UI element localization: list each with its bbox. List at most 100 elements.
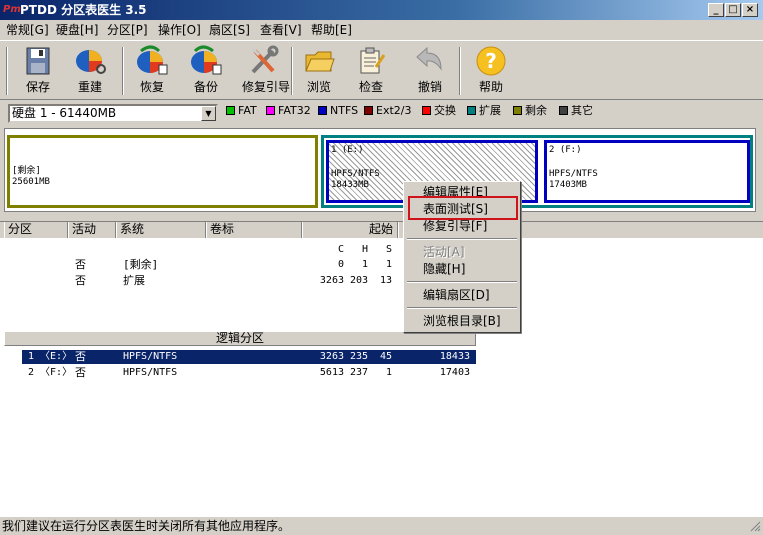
browse-button[interactable]: 浏览	[291, 45, 347, 99]
row-c: 3263	[319, 275, 344, 286]
highlight-box	[408, 196, 518, 220]
row-h: 235	[349, 351, 368, 362]
menu-operation[interactable]: 操作[O]	[158, 23, 201, 37]
menu-general[interactable]: 常规[G]	[6, 23, 49, 37]
disk-select-value: 硬盘 1 - 61440MB	[12, 106, 117, 120]
row-s: 45	[379, 351, 392, 362]
legend-swatch	[318, 106, 327, 115]
menu-item-browse-root[interactable]: 浏览根目录[B]	[423, 314, 501, 328]
partition-e-size: 18433MB	[331, 180, 369, 190]
column-active[interactable]: 活动	[68, 222, 116, 239]
partition-f-size: 17403MB	[549, 180, 587, 190]
disk-bar: 硬盘 1 - 61440MB ▼ FAT FAT32 NTFS Ext2/3 交…	[0, 100, 763, 126]
legend-fat: FAT	[226, 105, 257, 117]
check-label: 检查	[358, 80, 383, 94]
undo-button[interactable]: 撤销	[402, 45, 458, 99]
rebuild-button[interactable]: 重建	[62, 45, 118, 99]
save-label: 保存	[25, 80, 50, 94]
table-row[interactable]: 否 扩展 3263 203 13	[0, 274, 400, 288]
column-system[interactable]: 系统	[116, 222, 206, 239]
column-label[interactable]: 卷标	[206, 222, 302, 239]
check-button[interactable]: 检查	[343, 45, 399, 99]
row-active: 否	[75, 258, 86, 271]
partition-f-fs: HPFS/NTFS	[549, 169, 598, 179]
row-active: 否	[75, 366, 86, 379]
legend-swatch	[559, 106, 568, 115]
browse-label: 浏览	[306, 80, 331, 94]
help-label: 帮助	[478, 80, 503, 94]
row-s: 1	[385, 259, 392, 270]
undo-label: 撤销	[417, 80, 442, 94]
row-system: HPFS/NTFS	[123, 367, 178, 378]
row-c: 5613	[319, 367, 344, 378]
menu-separator	[407, 238, 517, 240]
row-system: HPFS/NTFS	[123, 351, 178, 362]
table-row[interactable]: 否 [剩余] 0 1 1	[0, 258, 400, 272]
logical-partitions-header: 逻辑分区	[4, 331, 476, 346]
chs-header-s: S	[386, 244, 393, 255]
floppy-disk-icon	[21, 45, 55, 77]
menu-sector[interactable]: 扇区[S]	[209, 23, 250, 37]
column-start[interactable]: 起始	[302, 222, 398, 239]
legend-fat32: FAT32	[266, 105, 311, 117]
partition-f-block[interactable]: 2 (F:) HPFS/NTFS 17403MB	[544, 140, 750, 203]
backup-disk-icon	[189, 45, 223, 77]
row-c: 3263	[319, 351, 344, 362]
legend-swatch	[266, 106, 275, 115]
row-size: 18433	[439, 351, 470, 362]
legend-other: 其它	[559, 105, 593, 117]
menu-help[interactable]: 帮助[E]	[311, 23, 352, 37]
menu-partition[interactable]: 分区[P]	[107, 23, 148, 37]
repair-boot-button[interactable]: 修复引导	[236, 45, 292, 99]
menu-item-hide[interactable]: 隐藏[H]	[423, 262, 465, 276]
menu-view[interactable]: 查看[V]	[260, 23, 302, 37]
legend-ntfs: NTFS	[318, 105, 358, 117]
maximize-button[interactable]: □	[725, 3, 741, 17]
column-partition[interactable]: 分区	[4, 222, 68, 239]
window-title: PTDD 分区表医生 3.5	[20, 3, 147, 17]
legend-extended: 扩展	[467, 105, 501, 117]
free-space-size: 25601MB	[12, 177, 50, 187]
status-bar: 我们建议在运行分区表医生时关闭所有其他应用程序。	[0, 516, 763, 534]
menu-item-repair-boot[interactable]: 修复引导[F]	[423, 219, 487, 233]
close-button[interactable]: ×	[742, 3, 758, 17]
save-button[interactable]: 保存	[10, 45, 66, 99]
help-button[interactable]: ? 帮助	[463, 45, 519, 99]
logical-row-f[interactable]: 2 〈F:〉 否 HPFS/NTFS 5613 237 1 17403	[22, 366, 476, 380]
row-system: 扩展	[123, 274, 145, 287]
menu-separator	[407, 307, 517, 309]
legend-swatch	[226, 106, 235, 115]
legend-swatch	[364, 106, 373, 115]
chs-header-c: C	[338, 244, 345, 255]
row-partition: 2 〈F:〉	[28, 367, 73, 378]
minimize-button[interactable]: _	[708, 3, 724, 17]
partition-list-header: 分区 活动 系统 卷标 起始	[0, 221, 763, 239]
partition-e-fs: HPFS/NTFS	[331, 169, 380, 179]
backup-button[interactable]: 备份	[178, 45, 234, 99]
menu-item-activate: 活动[A]	[423, 245, 465, 259]
legend-swatch	[513, 106, 522, 115]
partition-f-name: 2 (F:)	[549, 145, 582, 155]
restore-button[interactable]: 恢复	[124, 45, 180, 99]
toolbar-separator	[6, 47, 8, 95]
undo-arrow-icon	[413, 45, 447, 77]
legend-swap: 交换	[422, 105, 456, 117]
wrench-screwdriver-icon	[247, 45, 281, 77]
free-space-block[interactable]: [剩余] 25601MB	[7, 135, 318, 208]
menu-item-edit-sector[interactable]: 编辑扇区[D]	[423, 288, 490, 302]
dropdown-arrow-icon[interactable]: ▼	[201, 106, 216, 121]
free-space-name: [剩余]	[12, 166, 41, 176]
menu-disk[interactable]: 硬盘[H]	[56, 23, 98, 37]
restore-label: 恢复	[139, 80, 164, 94]
resize-grip-icon[interactable]	[749, 520, 761, 532]
svg-text:?: ?	[485, 49, 497, 73]
disk-select[interactable]: 硬盘 1 - 61440MB ▼	[8, 104, 218, 123]
menu-separator	[407, 281, 517, 283]
logical-row-e[interactable]: 1 〈E:〉 否 HPFS/NTFS 3263 235 45 18433	[22, 350, 476, 364]
partition-map: [剩余] 25601MB 1 (E:) HPFS/NTFS 18433MB 2 …	[4, 128, 756, 212]
title-bar: Pm PTDD 分区表医生 3.5 _ □ ×	[0, 0, 763, 20]
row-s: 1	[385, 367, 392, 378]
rebuild-disk-icon	[73, 45, 107, 77]
toolbar-separator	[459, 47, 461, 95]
row-c: 0	[337, 259, 344, 270]
